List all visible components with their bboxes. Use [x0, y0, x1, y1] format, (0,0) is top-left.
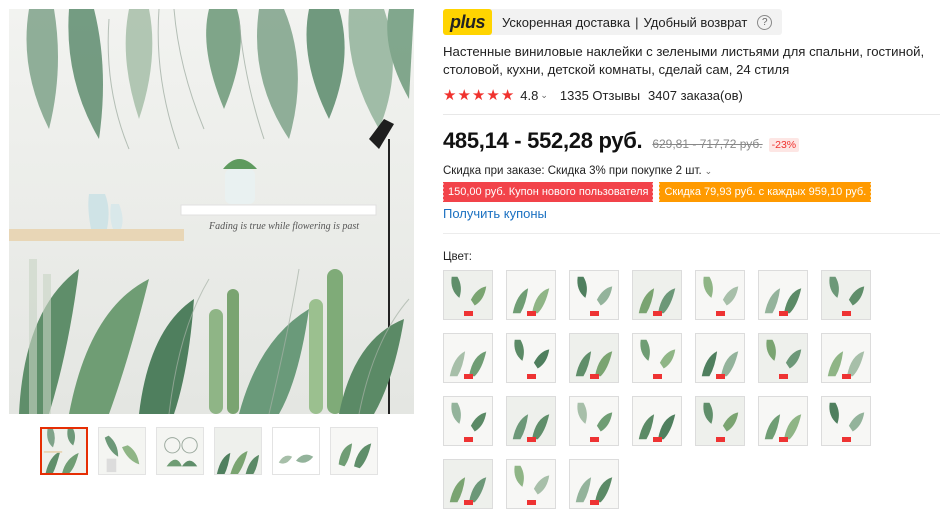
- color-swatch[interactable]: [569, 396, 619, 446]
- thumbnail-3[interactable]: [156, 427, 204, 475]
- swatch-label-tag: [779, 437, 788, 442]
- color-swatch[interactable]: [758, 270, 808, 320]
- thumbnail-2[interactable]: [98, 427, 146, 475]
- color-swatch[interactable]: [506, 396, 556, 446]
- thumbnail-6[interactable]: [330, 427, 378, 475]
- color-swatch[interactable]: [821, 396, 871, 446]
- star-icon: ★: [471, 86, 486, 104]
- color-swatch[interactable]: [695, 270, 745, 320]
- color-swatches: [443, 270, 938, 509]
- thumbnail-4[interactable]: [214, 427, 262, 475]
- old-price: 629,81 - 717,72 руб.: [652, 137, 763, 151]
- rating-row: ★ ★ ★ ★ ★ 4.8 ⌄ 1335 Отзывы 3407 заказа(…: [443, 86, 938, 104]
- star-icon: ★: [457, 86, 471, 104]
- thumbnail-image: [215, 428, 261, 474]
- divider: [443, 114, 940, 115]
- rating-value[interactable]: 4.8: [520, 88, 538, 103]
- divider: [443, 233, 940, 234]
- color-swatch[interactable]: [506, 333, 556, 383]
- swatch-label-tag: [527, 374, 536, 379]
- swatch-label-tag: [716, 311, 725, 316]
- color-swatch[interactable]: [758, 333, 808, 383]
- main-image-graphic: Fading is true while flowering is past: [9, 9, 414, 414]
- color-swatch[interactable]: [758, 396, 808, 446]
- star-icon: ★: [500, 86, 515, 104]
- swatch-label-tag: [842, 311, 851, 316]
- color-swatch[interactable]: [632, 396, 682, 446]
- thumbnail-image: [331, 428, 377, 474]
- swatch-label-tag: [464, 311, 473, 316]
- swatch-label-tag: [653, 374, 662, 379]
- product-title: Настенные виниловые наклейки с зелеными …: [443, 44, 925, 77]
- chevron-down-icon[interactable]: ⌄: [540, 90, 548, 101]
- thumbnail-1[interactable]: [40, 427, 88, 475]
- swatch-label-tag: [590, 500, 599, 505]
- color-swatch[interactable]: [695, 396, 745, 446]
- swatch-label-tag: [590, 437, 599, 442]
- star-rating: ★ ★ ★ ★ ★: [443, 88, 514, 103]
- order-discount[interactable]: Скидка при заказе: Скидка 3% при покупке…: [443, 165, 938, 177]
- color-label: Цвет:: [443, 251, 472, 263]
- swatch-label-tag: [779, 374, 788, 379]
- thumbnail-image: [42, 429, 86, 473]
- swatch-label-tag: [527, 500, 536, 505]
- color-swatch[interactable]: [506, 459, 556, 509]
- color-swatch[interactable]: [632, 333, 682, 383]
- color-swatch[interactable]: [569, 459, 619, 509]
- swatch-label-tag: [464, 437, 473, 442]
- main-product-image[interactable]: Fading is true while flowering is past: [9, 9, 414, 414]
- coupon-list: 150,00 руб. Купон нового пользователя Ск…: [441, 182, 938, 202]
- swatch-label-tag: [716, 437, 725, 442]
- color-swatch[interactable]: [821, 333, 871, 383]
- star-icon: ★: [443, 86, 457, 104]
- discount-badge: -23%: [768, 138, 800, 152]
- current-price: 485,14 - 552,28 руб.: [443, 128, 643, 153]
- swatch-label-tag: [716, 374, 725, 379]
- swatch-label-tag: [527, 437, 536, 442]
- color-swatch[interactable]: [821, 270, 871, 320]
- product-info: plus Ускоренная доставка | Удобный возвр…: [441, 9, 940, 509]
- swatch-label-tag: [653, 311, 662, 316]
- price-row: 485,14 - 552,28 руб. 629,81 - 717,72 руб…: [443, 128, 938, 154]
- thumbnail-strip: [40, 427, 378, 475]
- fast-delivery-label: Ускоренная доставка: [502, 14, 631, 30]
- swatch-label-tag: [779, 311, 788, 316]
- color-swatch[interactable]: [506, 270, 556, 320]
- promo-separator: |: [635, 14, 639, 30]
- swatch-label-tag: [653, 437, 662, 442]
- plus-badge[interactable]: plus: [443, 9, 493, 35]
- color-swatch[interactable]: [569, 333, 619, 383]
- new-user-coupon[interactable]: 150,00 руб. Купон нового пользователя: [441, 182, 654, 202]
- help-icon[interactable]: ?: [757, 14, 773, 30]
- color-swatch[interactable]: [632, 270, 682, 320]
- thumbnail-image: [99, 428, 145, 474]
- orders-count: 3407 заказа(ов): [648, 87, 743, 103]
- chevron-down-icon: ⌄: [704, 166, 713, 176]
- swatch-label-tag: [842, 437, 851, 442]
- reviews-link[interactable]: 1335 Отзывы: [560, 88, 640, 103]
- color-swatch[interactable]: [443, 396, 493, 446]
- color-swatch[interactable]: [443, 459, 493, 509]
- color-swatch[interactable]: [443, 333, 493, 383]
- color-swatch[interactable]: [569, 270, 619, 320]
- color-swatch[interactable]: [695, 333, 745, 383]
- get-coupons-link[interactable]: Получить купоны: [443, 206, 547, 221]
- thumbnail-image: [157, 428, 203, 474]
- swatch-label-tag: [842, 374, 851, 379]
- easy-return-label: Удобный возврат: [643, 14, 748, 30]
- promo-bar: plus Ускоренная доставка | Удобный возвр…: [443, 9, 783, 35]
- image-caption: Fading is true while flowering is past: [208, 221, 359, 232]
- order-discount-text: Скидка при заказе: Скидка 3% при покупке…: [443, 165, 702, 177]
- swatch-label-tag: [527, 311, 536, 316]
- thumbnail-5[interactable]: [272, 427, 320, 475]
- swatch-label-tag: [464, 374, 473, 379]
- swatch-label-tag: [590, 311, 599, 316]
- thumbnail-image: [273, 428, 319, 474]
- store-discount-coupon[interactable]: Скидка 79,93 руб. с каждых 959,10 руб.: [658, 182, 872, 202]
- swatch-label-tag: [590, 374, 599, 379]
- swatch-label-tag: [464, 500, 473, 505]
- color-swatch[interactable]: [443, 270, 493, 320]
- star-icon: ★: [486, 86, 500, 104]
